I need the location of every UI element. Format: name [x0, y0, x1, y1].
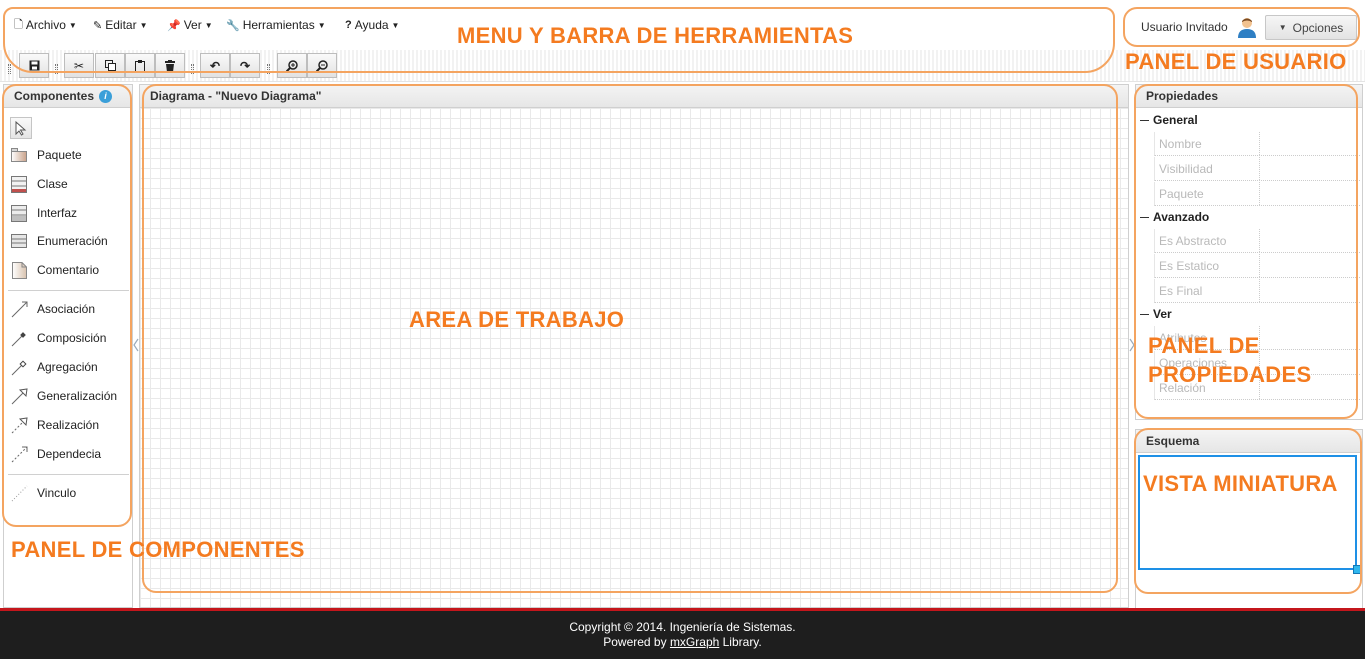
- footer: Copyright © 2014. Ingeniería de Sistemas…: [0, 608, 1365, 659]
- annotation-thumbnail-box: [1134, 428, 1362, 594]
- annotation-components-box: [2, 84, 132, 527]
- annotation-props-label-2: PROPIEDADES: [1148, 362, 1312, 387]
- annotation-thumbnail-label: VISTA MINIATURA: [1143, 471, 1338, 496]
- annotation-workarea-box: [142, 84, 1118, 593]
- mxgraph-link[interactable]: mxGraph: [670, 635, 719, 649]
- annotation-components-label: PANEL DE COMPONENTES: [11, 537, 305, 562]
- annotation-user-box: [1123, 7, 1360, 47]
- powered-prefix: Powered by: [603, 635, 670, 649]
- toolbar-grip: [8, 64, 11, 74]
- annotation-menu-label: MENU Y BARRA DE HERRAMIENTAS: [457, 23, 854, 48]
- annotation-user-label: PANEL DE USUARIO: [1125, 49, 1347, 74]
- annotation-workarea-label: AREA DE TRABAJO: [409, 307, 625, 332]
- annotation-props-label-1: PANEL DE: [1148, 333, 1260, 358]
- copyright-text: Copyright © 2014. Ingeniería de Sistemas…: [569, 620, 796, 634]
- powered-suffix: Library.: [719, 635, 762, 649]
- powered-by: Powered by mxGraph Library.: [0, 635, 1365, 650]
